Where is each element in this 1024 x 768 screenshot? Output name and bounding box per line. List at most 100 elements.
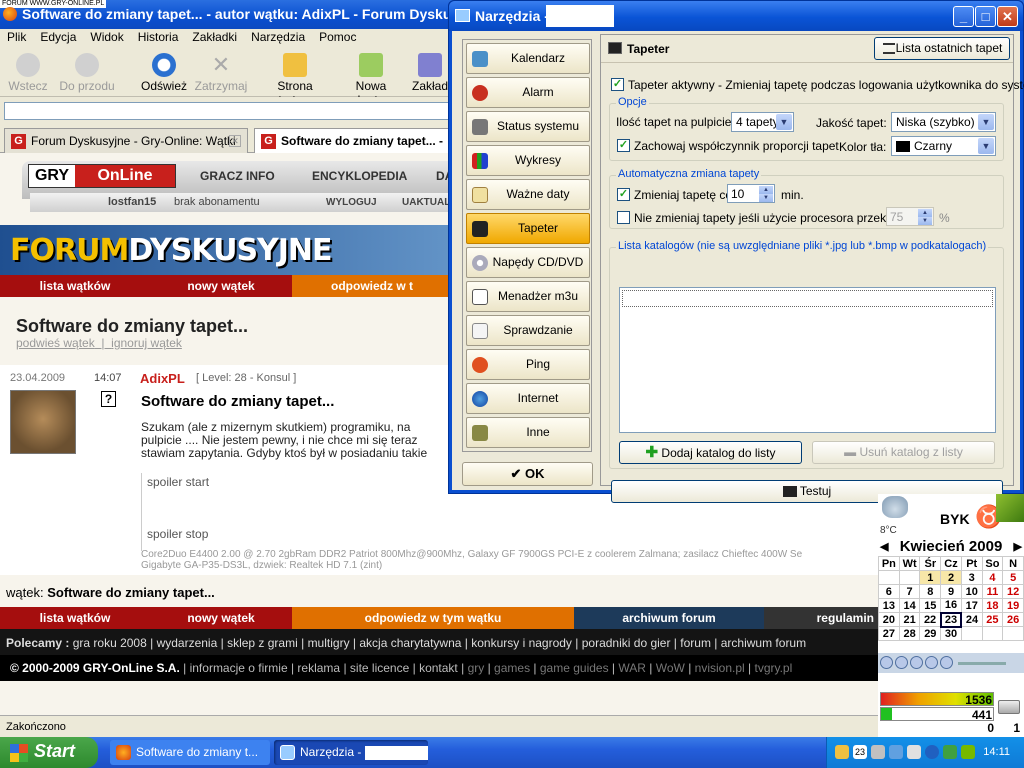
footer-link[interactable]: kontakt	[419, 661, 458, 675]
day[interactable]: 15	[919, 598, 942, 613]
tray-tool-icon[interactable]	[907, 745, 921, 759]
day[interactable]: 19	[1002, 598, 1024, 613]
tray-shield-icon[interactable]	[943, 745, 957, 759]
quote-icon[interactable]: ?	[101, 391, 116, 407]
menu-widok[interactable]: Widok	[83, 29, 130, 45]
menu-zakladki[interactable]: Zakładki	[185, 29, 244, 45]
dialog-title-bar[interactable]: Narzędzia - _ □ ✕	[449, 1, 1023, 31]
footer-link[interactable]: WoW	[656, 661, 685, 675]
weather-widget[interactable]: 8°C BYK ♉	[878, 494, 1024, 538]
spin-up-icon[interactable]: ▲	[759, 186, 773, 194]
day[interactable]: 24	[960, 612, 983, 627]
spin-down-icon[interactable]: ▼	[759, 194, 773, 202]
close-button[interactable]: ✕	[997, 6, 1018, 27]
avatar[interactable]	[10, 390, 76, 454]
menu-plik[interactable]: Plik	[0, 29, 33, 45]
day[interactable]: 27	[878, 626, 900, 641]
new-thread-link-bottom[interactable]: nowy wątek	[150, 611, 292, 625]
post-author[interactable]: AdixPL	[140, 371, 185, 386]
prev-month-icon[interactable]: ◀	[880, 540, 888, 553]
cpu-checkbox[interactable]	[617, 211, 630, 224]
folder-list[interactable]	[619, 287, 996, 433]
footer-link[interactable]: nvision.pl	[695, 661, 745, 675]
day[interactable]: 30	[940, 626, 962, 641]
sidebar-item-napedy[interactable]: Napędy CD/DVD	[466, 247, 590, 278]
add-folder-button[interactable]: ✚ Dodaj katalog do listy	[619, 441, 802, 464]
ignore-thread-link[interactable]: ignoruj wątek	[111, 336, 182, 350]
rec-link[interactable]: forum	[680, 636, 711, 650]
footer-link[interactable]: tvgry.pl	[754, 661, 792, 675]
count-select[interactable]: 4 tapety ▼	[731, 112, 794, 132]
sidebar-item-tapeter[interactable]: Tapeter	[466, 213, 590, 244]
sidebar-item-poczta[interactable]: Sprawdzanie poczty	[466, 315, 590, 366]
rec-link[interactable]: akcja charytatywna	[359, 636, 461, 650]
back-button[interactable]: Wstecz	[8, 51, 48, 93]
day[interactable]: 10	[960, 584, 983, 599]
sidebar-item-status-systemu[interactable]: Status systemu	[466, 111, 590, 142]
day[interactable]: 18	[981, 598, 1004, 613]
forum-logo[interactable]: FORUMDYSKUSYJNE	[10, 233, 333, 268]
day[interactable]: 25	[981, 612, 1004, 627]
footer-link[interactable]: games	[494, 661, 530, 675]
day[interactable]: 11	[981, 584, 1004, 599]
clock[interactable]: 14:11	[983, 746, 1010, 758]
tab-forum-watki[interactable]: G Forum Dyskusyjne - Gry-Online: Wątki ✕	[4, 128, 248, 153]
day[interactable]: 4	[981, 570, 1004, 585]
day[interactable]: 1	[919, 570, 942, 585]
footer-link[interactable]: reklama	[297, 661, 340, 675]
network-icon[interactable]	[889, 745, 903, 759]
day[interactable]: 26	[1002, 612, 1024, 627]
day[interactable]: 9	[940, 584, 962, 599]
close-tab-icon[interactable]: ✕	[229, 135, 241, 147]
forward-button[interactable]: Do przodu	[58, 51, 116, 93]
footer-link[interactable]: site licence	[350, 661, 409, 675]
spoiler-start[interactable]: spoiler start	[147, 475, 209, 489]
list-threads-link[interactable]: lista wątków	[0, 279, 150, 293]
sidebar-item-inne[interactable]: Inne	[466, 417, 590, 448]
bg-color-select[interactable]: Czarny ▼	[891, 136, 996, 156]
day[interactable]: 22	[919, 612, 942, 627]
nvidia-icon[interactable]	[961, 745, 975, 759]
nav-encyklopedia[interactable]: ENCYKLOPEDIA	[312, 169, 407, 183]
menu-historia[interactable]: Historia	[131, 29, 186, 45]
interval-stepper[interactable]: 10 ▲ ▼	[727, 184, 775, 203]
minimize-button[interactable]: _	[953, 6, 974, 27]
cpu-threshold-stepper[interactable]: 75 ▲ ▼	[886, 207, 934, 226]
rules-link-bottom[interactable]: regulamin	[764, 607, 878, 629]
new-thread-link[interactable]: nowy wątek	[150, 279, 292, 293]
auto-change-checkbox[interactable]: ✓	[617, 188, 630, 201]
play-icon[interactable]	[895, 656, 908, 669]
day[interactable]: 14	[898, 598, 921, 613]
list-item[interactable]	[622, 290, 993, 307]
day[interactable]: 21	[898, 612, 921, 627]
rec-link[interactable]: konkursy i nagrody	[471, 636, 572, 650]
day[interactable]: 13	[878, 598, 900, 613]
day[interactable]: 16	[940, 598, 962, 613]
rec-link[interactable]: multigry	[308, 636, 350, 650]
bookmarks-button[interactable]: Zakład	[410, 51, 450, 93]
pin-thread-link[interactable]: podwieś wątek	[16, 336, 95, 350]
day[interactable]: 2	[940, 570, 962, 585]
stop-button[interactable]: ✕ Zatrzymaj	[194, 51, 248, 94]
footer-link[interactable]: gry	[468, 661, 485, 675]
list-threads-link-bottom[interactable]: lista wątków	[0, 611, 150, 625]
username[interactable]: lostfan15	[108, 196, 156, 208]
nav-gracz-info[interactable]: GRACZ INFO	[200, 169, 275, 183]
menu-narzedzia[interactable]: Narzędzia	[244, 29, 312, 45]
day[interactable]: 5	[1002, 570, 1024, 585]
day[interactable]: 6	[878, 584, 900, 599]
task-narzedzia[interactable]: Narzędzia -	[274, 740, 428, 765]
rec-link[interactable]: poradniki do gier	[582, 636, 671, 650]
reply-link[interactable]: odpowiedz w t	[292, 275, 452, 297]
maximize-button[interactable]: □	[975, 6, 996, 27]
task-firefox[interactable]: Software do zmiany t...	[110, 740, 270, 765]
quality-select[interactable]: Niska (szybko) ▼	[891, 112, 996, 132]
next-track-icon[interactable]	[940, 656, 953, 669]
rec-link[interactable]: wydarzenia	[157, 636, 218, 650]
tab-software-thread[interactable]: G Software do zmiany tapet... -	[254, 128, 454, 154]
sidebar-item-wykresy[interactable]: Wykresy	[466, 145, 590, 176]
stop-icon[interactable]	[925, 656, 938, 669]
ok-button[interactable]: ✔ OK	[462, 462, 593, 486]
start-button[interactable]: Start	[0, 737, 98, 768]
sidebar-item-m3u[interactable]: Menadżer m3u	[466, 281, 590, 312]
